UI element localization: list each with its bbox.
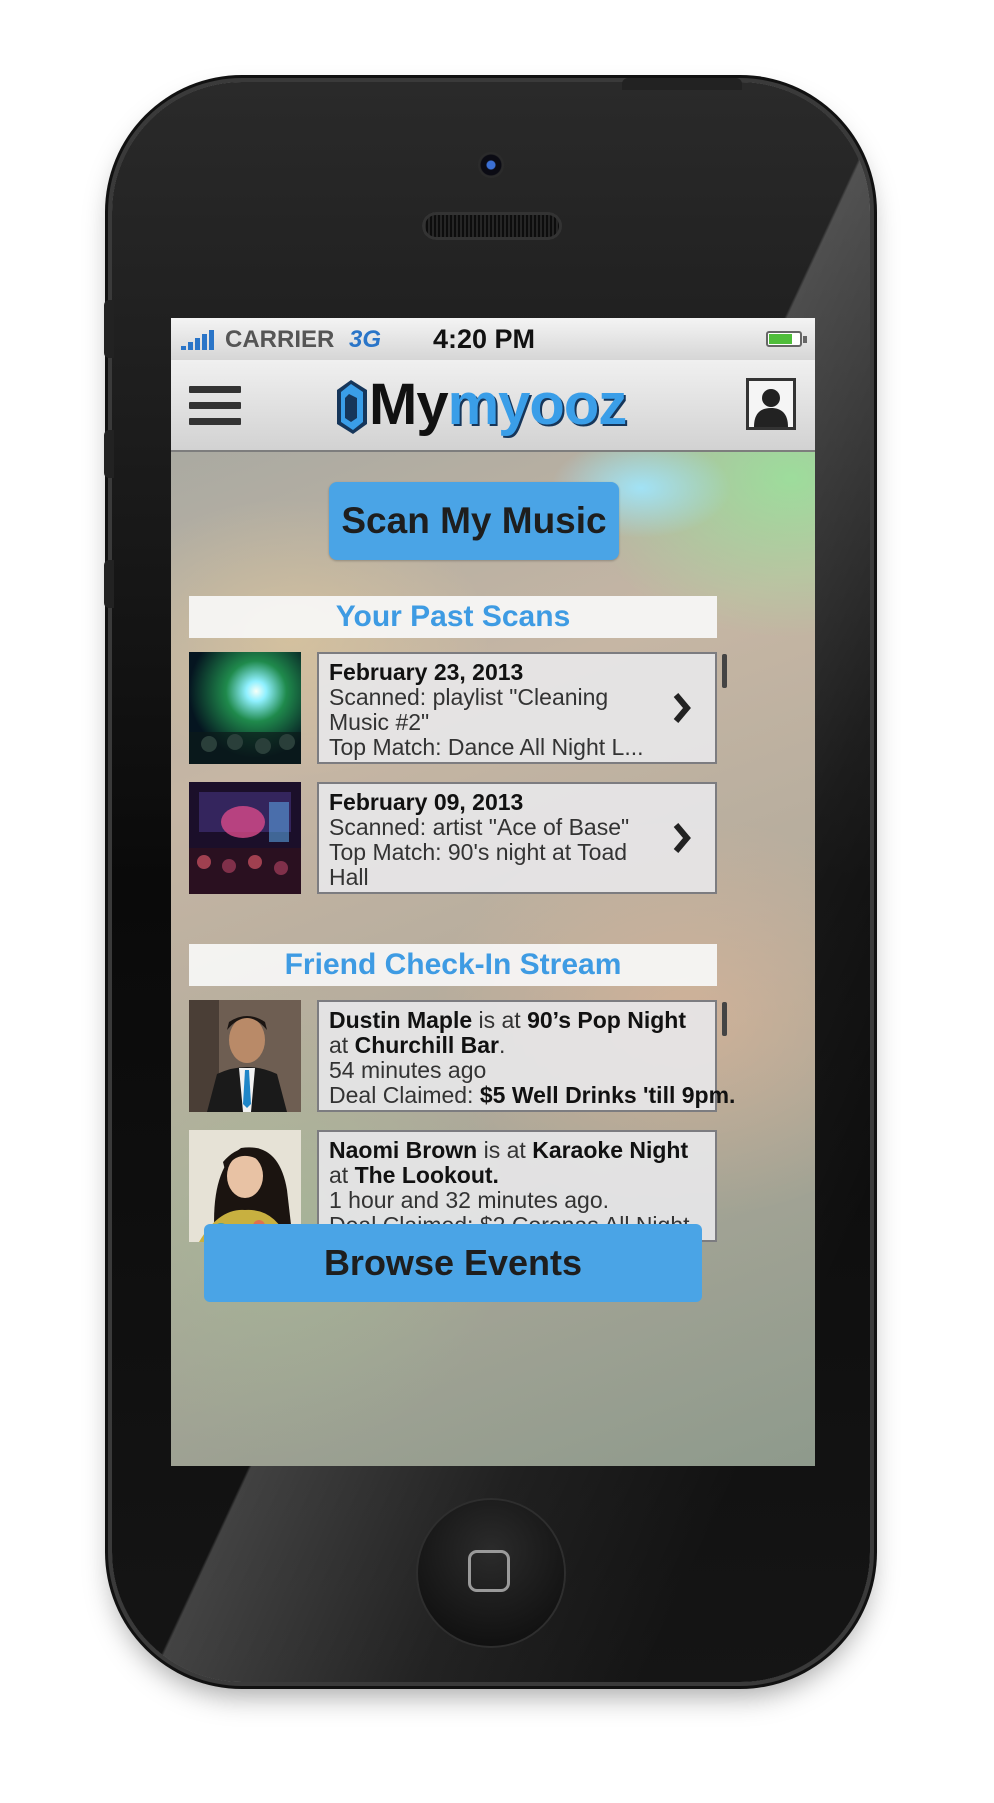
app-logo: Mymyooz (329, 370, 659, 440)
logo-myooz-text: myooz (447, 372, 628, 437)
chevron-right-icon (673, 693, 691, 723)
nav-bar: Mymyooz (171, 360, 815, 452)
event-name: 90’s Pop Night (527, 1007, 686, 1033)
home-square-icon (468, 1550, 510, 1592)
checkin-time: 54 minutes ago (329, 1057, 487, 1083)
person-silhouette-icon (754, 389, 788, 427)
venue-name: Churchill Bar (354, 1032, 499, 1058)
scan-row[interactable]: February 09, 2013 Scanned: artist "Ace o… (189, 782, 719, 896)
logo-my-text: My (369, 372, 449, 437)
past-scans-header: Your Past Scans (189, 596, 717, 638)
is-at-text: is at (478, 1007, 521, 1033)
carrier-name: CARRIER (225, 326, 335, 353)
friend-name: Dustin Maple (329, 1007, 473, 1033)
sleep-wake-button[interactable] (622, 78, 742, 90)
scan-date: February 09, 2013 (329, 789, 524, 815)
venue-suffix: . (499, 1032, 506, 1058)
scan-top-match: Top Match: Dance All Night L... (329, 734, 644, 760)
front-camera (478, 152, 504, 178)
volume-down-button[interactable] (104, 560, 114, 608)
earpiece-speaker (422, 212, 562, 240)
event-name: Karaoke Night (532, 1137, 689, 1163)
scan-source: Scanned: playlist "Cleaning Music #2" (329, 684, 609, 735)
at-text: at (329, 1032, 349, 1058)
network-type: 3G (349, 326, 382, 353)
venue-name: The Lookout. (354, 1162, 499, 1188)
scan-card[interactable]: February 09, 2013 Scanned: artist "Ace o… (317, 782, 717, 894)
battery-nub (803, 336, 807, 343)
past-scans-scrollbar[interactable] (722, 654, 727, 688)
deal-text: $5 Well Drinks 'till 9pm. (479, 1082, 736, 1108)
checkin-line: Naomi Brown is at Karaoke Night at The L… (329, 1138, 705, 1188)
signal-strength-icon (181, 330, 221, 350)
scan-top-match: Top Match: 90's night at Toad Hall (329, 839, 628, 890)
scan-thumbnail (189, 652, 301, 764)
volume-up-button[interactable] (104, 430, 114, 478)
scan-row[interactable]: February 23, 2013 Scanned: playlist "Cle… (189, 652, 719, 766)
deal-claimed: Deal Claimed: $5 Well Drinks 'till 9pm. (329, 1082, 735, 1108)
friend-stream-scrollbar[interactable] (722, 1002, 727, 1036)
app-screen: CARRIER 3G 4:20 PM Mymyooz Scan My Music… (171, 318, 815, 1466)
status-bar: CARRIER 3G 4:20 PM (171, 318, 815, 361)
battery-icon (766, 331, 802, 347)
browse-events-button[interactable]: Browse Events (204, 1224, 702, 1302)
scan-date: February 23, 2013 (329, 659, 524, 685)
checkin-card[interactable]: Dustin Maple is at 90’s Pop Night at Chu… (317, 1000, 735, 1112)
friend-avatar (189, 1000, 301, 1112)
chevron-right-icon (673, 823, 691, 853)
is-at-text: is at (483, 1137, 526, 1163)
checkin-line: Dustin Maple is at 90’s Pop Night at Chu… (329, 1008, 705, 1058)
status-time: 4:20 PM (433, 324, 536, 354)
user-profile-icon[interactable] (746, 378, 796, 430)
friend-name: Naomi Brown (329, 1137, 478, 1163)
friend-stream-header: Friend Check-In Stream (189, 944, 717, 986)
scan-source: Scanned: artist "Ace of Base" (329, 814, 630, 840)
deal-label: Deal Claimed: (329, 1082, 474, 1108)
logo-wordmark: Mymyooz (369, 370, 628, 440)
scan-thumbnail (189, 782, 301, 894)
logo-mark-icon (337, 380, 367, 434)
at-text: at (329, 1162, 349, 1188)
scan-card[interactable]: February 23, 2013 Scanned: playlist "Cle… (317, 652, 717, 764)
mute-switch[interactable] (104, 300, 114, 358)
checkin-time: 1 hour and 32 minutes ago. (329, 1187, 610, 1213)
scan-my-music-button[interactable]: Scan My Music (329, 482, 619, 560)
checkin-row[interactable]: Dustin Maple is at 90’s Pop Night at Chu… (189, 1000, 735, 1114)
hamburger-menu-icon[interactable] (189, 386, 241, 426)
home-button[interactable] (418, 1500, 564, 1646)
